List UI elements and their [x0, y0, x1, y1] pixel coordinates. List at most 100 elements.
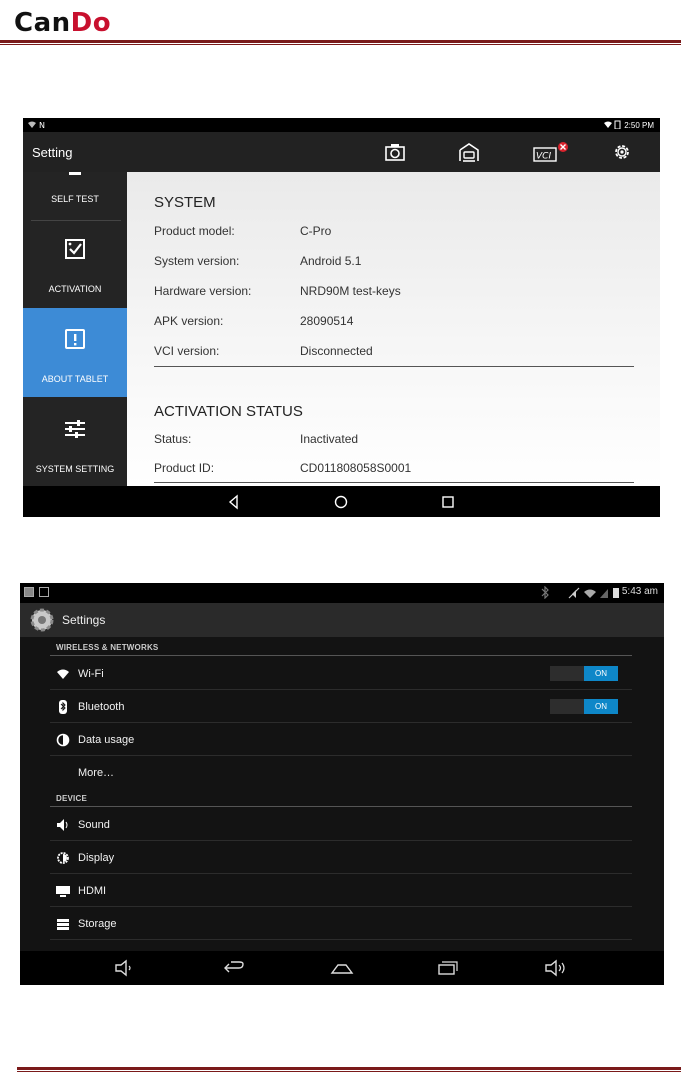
section-divider [154, 482, 634, 483]
hdmi-icon [56, 884, 70, 898]
bluetooth-toggle[interactable]: ON [550, 699, 618, 714]
sidebar-item-system-setting[interactable]: SYSTEM SETTING [23, 397, 127, 486]
toggle-on-label: ON [584, 699, 618, 714]
settings-item-storage[interactable]: Storage [50, 908, 632, 940]
wifi-small-icon: N [28, 121, 45, 130]
svg-text:VCI: VCI [536, 152, 551, 162]
info-row: APK version: 28090514 [154, 314, 353, 328]
category-divider [50, 806, 632, 807]
settings-item-label: Wi-Fi [78, 668, 104, 680]
data-usage-icon [56, 733, 70, 747]
exclamation-icon [64, 328, 86, 352]
status-time-text: 2:50 PM [624, 121, 654, 130]
app-bar: Setting VCI [23, 132, 660, 172]
settings-item-label: HDMI [78, 885, 107, 897]
recent-apps-icon[interactable] [440, 494, 456, 510]
home-icon[interactable] [333, 494, 349, 510]
settings-item-more[interactable]: More… [50, 757, 632, 789]
info-label: VCI version: [154, 344, 220, 358]
bluetooth-status-icon [540, 585, 550, 602]
garage-car-icon[interactable] [458, 141, 480, 163]
screenshot-about-tablet: N 2:50 PM Setting VCI SELF TEST ACTIVATI… [23, 118, 660, 517]
back-icon[interactable] [226, 494, 242, 510]
app-title: Setting [32, 145, 73, 160]
sliders-icon [63, 418, 87, 442]
app-title: Settings [62, 613, 106, 627]
sidebar-item-activation[interactable]: ACTIVATION [23, 221, 127, 308]
section-divider [154, 366, 634, 367]
storage-icon [56, 917, 70, 931]
status-time: 2:50 PM [603, 120, 654, 130]
settings-item-data-usage[interactable]: Data usage [50, 724, 632, 756]
category-divider [50, 655, 632, 656]
sidebar-item-label: ABOUT TABLET [41, 374, 109, 384]
status-bar: 5:43 am [20, 583, 664, 603]
display-icon [56, 851, 70, 865]
settings-gear-icon[interactable] [28, 606, 56, 639]
volume-up-icon[interactable] [544, 959, 566, 977]
settings-item-label: Display [78, 852, 115, 864]
gear-icon[interactable] [611, 141, 633, 163]
status-time: 5:43 am [621, 586, 658, 597]
notification-icon [24, 587, 34, 597]
logo-text-can: Can [14, 8, 71, 38]
wifi-battery-icon [603, 120, 621, 130]
info-row: Status: Inactivated [154, 432, 358, 446]
info-value: C-Pro [300, 224, 332, 238]
back-icon[interactable] [223, 959, 245, 977]
info-row: Product model: C-Pro [154, 224, 331, 238]
settings-item-display[interactable]: Display [50, 842, 632, 874]
info-value: Android 5.1 [300, 254, 362, 268]
sidebar-item-label: SELF TEST [51, 194, 99, 204]
settings-item-label: Storage [78, 918, 117, 930]
settings-item-label: Bluetooth [78, 701, 125, 713]
info-row: Product ID: CD011808058S0001 [154, 461, 411, 475]
camera-icon[interactable] [384, 141, 406, 163]
section-heading-activation: ACTIVATION STATUS [154, 403, 303, 420]
sidebar-item-label: SYSTEM SETTING [35, 464, 115, 474]
info-label: Hardware version: [154, 284, 252, 298]
info-row: VCI version: Disconnected [154, 344, 373, 358]
settings-item-label: Data usage [78, 734, 135, 746]
wifi-toggle[interactable]: ON [550, 666, 618, 681]
status-left-indicator: N [27, 120, 49, 131]
about-tablet-panel: SYSTEM Product model: C-Pro System versio… [127, 172, 660, 486]
recent-apps-icon[interactable] [437, 959, 459, 977]
mute-wifi-signal-icons [568, 586, 622, 602]
info-value: Inactivated [300, 432, 359, 446]
wifi-icon [56, 667, 70, 681]
volume-down-icon[interactable] [114, 959, 136, 977]
settings-item-sound[interactable]: Sound [50, 809, 632, 841]
settings-item-label: More… [78, 767, 115, 779]
category-header-device: DEVICE [56, 794, 87, 803]
info-label: APK version: [154, 314, 224, 328]
toggle-on-label: ON [584, 666, 618, 681]
home-icon[interactable] [330, 959, 354, 977]
settings-item-hdmi[interactable]: HDMI [50, 875, 632, 907]
status-bar: N 2:50 PM [23, 118, 660, 132]
svg-text:N: N [39, 121, 45, 129]
settings-list: WIRELESS & NETWORKS Wi-Fi ON Bluetooth O… [50, 637, 632, 951]
bluetooth-icon [56, 700, 70, 714]
category-header-wireless: WIRELESS & NETWORKS [56, 643, 159, 652]
info-value: NRD90M test-keys [300, 284, 401, 298]
sidebar-item-self-test[interactable]: SELF TEST [23, 172, 127, 220]
navigation-bar [23, 486, 660, 517]
screenshot-notification-icon [39, 587, 49, 597]
sidebar: SELF TEST ACTIVATION ABOUT TABLET SYSTEM… [23, 172, 127, 486]
settings-item-bluetooth[interactable]: Bluetooth ON [50, 691, 632, 723]
section-heading-system: SYSTEM [154, 194, 216, 211]
cando-logo: Can Do [14, 4, 111, 38]
sidebar-item-label: ACTIVATION [48, 284, 102, 294]
info-value: 28090514 [300, 314, 354, 328]
footer-rule [17, 1067, 681, 1072]
info-row: Hardware version: NRD90M test-keys [154, 284, 401, 298]
info-label: Product ID: [154, 461, 215, 475]
settings-item-label: Sound [78, 819, 110, 831]
info-value: Disconnected [300, 344, 373, 358]
settings-item-wifi[interactable]: Wi-Fi ON [50, 658, 632, 690]
vci-status-icon[interactable]: VCI [533, 141, 573, 163]
sound-icon [56, 818, 70, 832]
info-label: System version: [154, 254, 240, 268]
sidebar-item-about-tablet[interactable]: ABOUT TABLET [23, 308, 127, 397]
